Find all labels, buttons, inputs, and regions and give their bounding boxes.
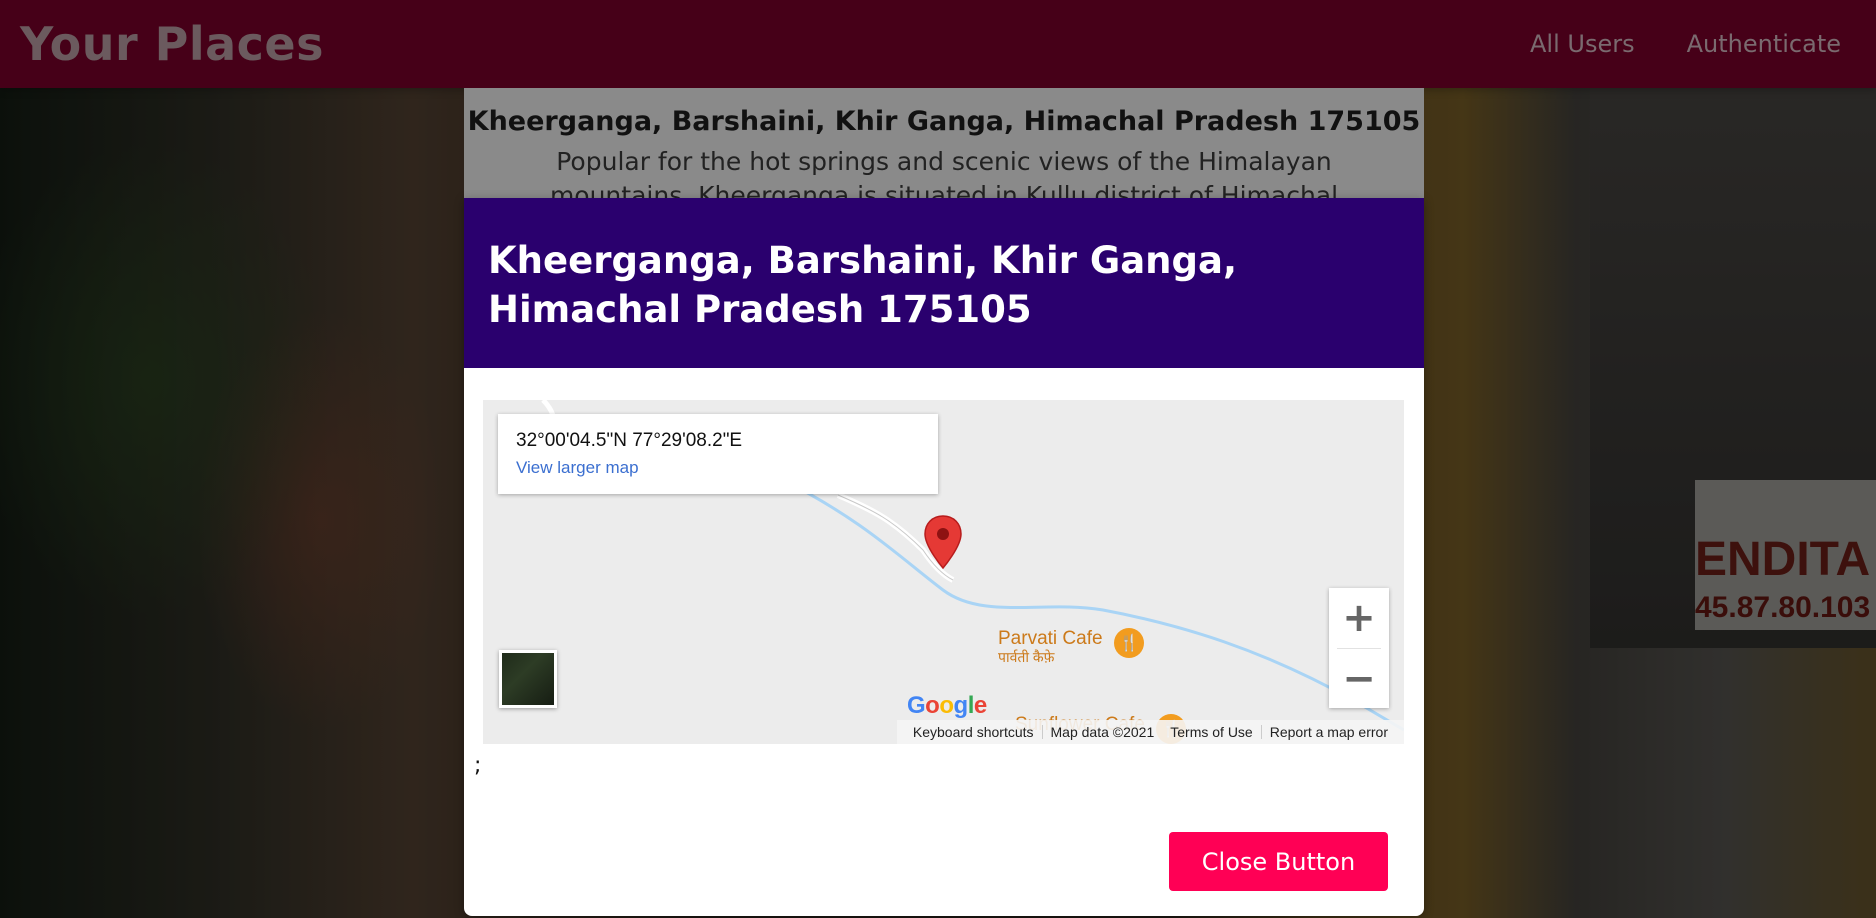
map-data-text: Map data ©2021 [1050, 724, 1155, 740]
main-navigation: All Users Authenticate [1530, 30, 1841, 58]
site-title[interactable]: Your Places [20, 17, 324, 71]
close-button[interactable]: Close Button [1169, 832, 1388, 891]
place-title: Kheerganga, Barshaini, Khir Ganga, Himac… [467, 106, 1421, 137]
terms-of-use-link[interactable]: Terms of Use [1162, 724, 1260, 740]
poi-parvati-cafe-subname: पार्वती कैफ़े [998, 649, 1055, 665]
poi-parvati-cafe[interactable]: Parvati Cafe पार्वती कैफ़े [998, 628, 1103, 666]
nav-all-users[interactable]: All Users [1530, 30, 1635, 58]
map-coordinates: 32°00'04.5"N 77°29'08.2"E [516, 430, 743, 451]
place-card: Kheerganga, Barshaini, Khir Ganga, Himac… [464, 88, 1424, 208]
google-logo: Google [907, 692, 987, 719]
main-header: Your Places All Users Authenticate [0, 0, 1876, 88]
nav-authenticate[interactable]: Authenticate [1687, 30, 1841, 58]
zoom-control: + − [1329, 588, 1389, 708]
map-footer: Keyboard shortcuts Map data ©2021 Terms … [896, 720, 1404, 744]
modal-title: Kheerganga, Barshaini, Khir Ganga, Himac… [488, 239, 1238, 331]
map-modal: Kheerganga, Barshaini, Khir Ganga, Himac… [464, 198, 1424, 916]
satellite-toggle-thumbnail[interactable] [499, 650, 557, 708]
restaurant-icon[interactable]: 🍴 [1114, 628, 1144, 658]
river-line [782, 478, 1404, 732]
stray-text: ; [474, 753, 482, 778]
view-larger-map-link[interactable]: View larger map [516, 458, 639, 478]
keyboard-shortcuts-link[interactable]: Keyboard shortcuts [905, 724, 1042, 740]
zoom-out-button[interactable]: − [1329, 649, 1389, 709]
poi-parvati-cafe-name: Parvati Cafe [998, 628, 1103, 649]
map-info-box: 32°00'04.5"N 77°29'08.2"E View larger ma… [498, 414, 938, 494]
zoom-in-button[interactable]: + [1329, 588, 1389, 648]
report-map-error-link[interactable]: Report a map error [1262, 724, 1396, 740]
modal-header: Kheerganga, Barshaini, Khir Ganga, Himac… [464, 198, 1424, 368]
map-pin-icon[interactable] [923, 514, 963, 572]
embedded-map[interactable]: 32°00'04.5"N 77°29'08.2"E View larger ma… [483, 400, 1404, 744]
